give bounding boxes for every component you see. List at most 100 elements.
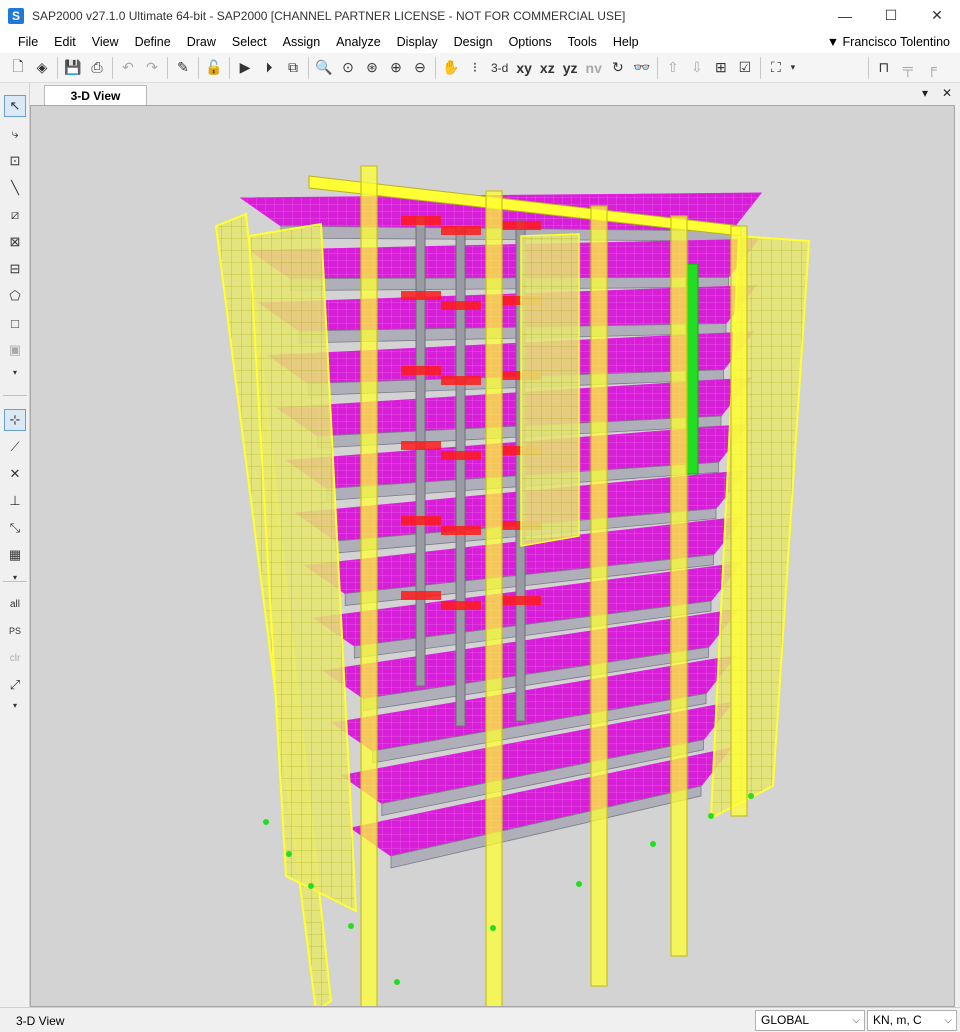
frame-assign-icon[interactable]: ╤ — [896, 56, 920, 80]
toolbar-separator — [3, 581, 27, 582]
units-select[interactable]: KN, m, C ⌵ — [867, 1010, 957, 1031]
snap-grid-icon[interactable]: ▦ — [4, 544, 26, 566]
pen-icon[interactable]: ✎ — [171, 56, 195, 80]
checkbox-icon[interactable]: ☑ — [733, 56, 757, 80]
perimeter-column — [485, 190, 503, 1006]
quick-draw-area-icon[interactable]: ▣ — [4, 339, 26, 361]
menu-view[interactable]: View — [84, 31, 127, 53]
set-display-options-icon[interactable]: ⊞ — [709, 56, 733, 80]
zoom-window-icon[interactable]: 🔍 — [312, 56, 336, 80]
move-up-icon[interactable]: ⇧ — [661, 56, 685, 80]
snap-dropdown-icon[interactable]: ▾ — [4, 566, 26, 588]
zoom-previous-icon[interactable]: ⊛ — [360, 56, 384, 80]
menu-design[interactable]: Design — [446, 31, 501, 53]
coordinate-system-select[interactable]: GLOBAL ⌵ — [755, 1010, 865, 1031]
undo-icon[interactable]: ↶ — [116, 56, 140, 80]
coordinate-system-value: GLOBAL — [761, 1013, 810, 1027]
run-now-icon[interactable]: ⏵ — [257, 56, 281, 80]
view-3d-button[interactable]: 3-d — [487, 56, 512, 80]
support-marker — [308, 883, 314, 889]
draw-rect-area-icon[interactable]: □ — [4, 312, 26, 334]
drop-panel — [401, 516, 441, 525]
drop-panel — [441, 451, 481, 460]
clear-selection-button[interactable]: clr — [4, 647, 26, 669]
draw-section-cut-icon[interactable]: ⊟ — [4, 258, 26, 280]
tab-list-dropdown[interactable]: ▾ — [922, 86, 928, 100]
drop-panel — [401, 441, 441, 450]
pointer-icon[interactable]: ↖ — [4, 95, 26, 117]
select-previous-button[interactable]: PS — [4, 620, 26, 642]
intersecting-line-select-icon[interactable]: ⤢ — [4, 674, 26, 696]
green-column — [685, 263, 699, 475]
draw-poly-area-icon[interactable]: ⬠ — [4, 285, 26, 307]
view-yz-button[interactable]: yz — [559, 56, 582, 80]
open-icon[interactable]: ◈ — [30, 56, 54, 80]
pan-icon[interactable]: ✋ — [439, 56, 463, 80]
footsteps-icon[interactable]: ⁝ — [463, 56, 487, 80]
lock-icon[interactable]: 🔓 — [202, 56, 226, 80]
model-3d-viewport[interactable] — [30, 105, 955, 1007]
menu-select[interactable]: Select — [224, 31, 275, 53]
window-title: SAP2000 v27.1.0 Ultimate 64-bit - SAP200… — [32, 8, 626, 23]
drop-panel — [441, 601, 481, 610]
snap-perpendicular-icon[interactable]: ⊥ — [4, 490, 26, 512]
user-account-menu[interactable]: ▼ Francisco Tolentino — [827, 31, 950, 53]
building-model-drawing — [214, 165, 811, 1006]
tools-dropdown-icon[interactable]: ▾ — [4, 361, 26, 383]
reshape-icon[interactable]: ⤷ — [4, 123, 26, 145]
close-button[interactable]: ✕ — [914, 0, 960, 31]
snap-points-icon[interactable]: ⊹ — [4, 409, 26, 431]
tab-3d-view[interactable]: 3-D View — [44, 85, 147, 105]
draw-frame-icon[interactable]: ╲ — [4, 177, 26, 199]
maximize-button[interactable]: ☐ — [868, 0, 914, 31]
menu-assign[interactable]: Assign — [275, 31, 329, 53]
view-nv-button[interactable]: nv — [582, 56, 606, 80]
menu-display[interactable]: Display — [389, 31, 446, 53]
zoom-restore-icon[interactable]: ⊙ — [336, 56, 360, 80]
toolbar-separator — [867, 56, 869, 79]
zoom-out-icon[interactable]: ⊖ — [408, 56, 432, 80]
perimeter-column — [730, 225, 748, 817]
snap-lines-icon[interactable]: ⤡ — [4, 517, 26, 539]
menu-analyze[interactable]: Analyze — [328, 31, 388, 53]
toolbar-separator — [57, 56, 58, 79]
run-analysis-icon[interactable]: ▶ — [233, 56, 257, 80]
quick-draw-frame-icon[interactable]: ⧄ — [4, 204, 26, 226]
new-model-icon[interactable]: 🗋 — [6, 56, 30, 80]
drop-panel — [441, 301, 481, 310]
main-toolbar: 🗋 ◈ 💾 ⎙ ↶ ↷ ✎ 🔓 ▶ ⏵ ⧉ 🔍 ⊙ ⊛ ⊕ ⊖ ✋ ⁝ 3-d … — [0, 53, 960, 83]
drop-panel — [401, 366, 441, 375]
menu-define[interactable]: Define — [127, 31, 179, 53]
draw-brace-icon[interactable]: ⊠ — [4, 231, 26, 253]
show-deformed-icon[interactable]: ⧉ — [281, 56, 305, 80]
move-down-icon[interactable]: ⇩ — [685, 56, 709, 80]
drop-panel — [401, 291, 441, 300]
bracket-icon[interactable]: ╒ — [920, 56, 944, 80]
assign-icon[interactable]: ⛶ — [764, 56, 788, 80]
menu-draw[interactable]: Draw — [179, 31, 224, 53]
select-all-button[interactable]: all — [4, 593, 26, 615]
dropdown-arrow-icon[interactable]: ▾ — [788, 56, 798, 80]
redo-icon[interactable]: ↷ — [140, 56, 164, 80]
snap-ends-icon[interactable]: ⟋ — [4, 436, 26, 458]
minimize-button[interactable]: — — [822, 0, 868, 31]
print-icon[interactable]: ⎙ — [85, 56, 109, 80]
menu-tools[interactable]: Tools — [560, 31, 605, 53]
menu-edit[interactable]: Edit — [46, 31, 84, 53]
frame-icon[interactable]: ⊓ — [872, 56, 896, 80]
menu-file[interactable]: File — [10, 31, 46, 53]
left-toolbar: ↖ ⤷ ⊡ ╲ ⧄ ⊠ ⊟ ⬠ □ ▣ ▾ ⊹ ⟋ ✕ ⊥ ⤡ ▦ ▾ all … — [0, 83, 30, 1007]
sap2000-app-icon[interactable]: S — [8, 7, 24, 24]
tab-close-button[interactable]: ✕ — [942, 86, 952, 100]
save-icon[interactable]: 💾 — [61, 56, 85, 80]
select-dropdown-icon[interactable]: ▾ — [4, 694, 26, 716]
menu-help[interactable]: Help — [605, 31, 647, 53]
snap-intersections-icon[interactable]: ✕ — [4, 463, 26, 485]
view-xz-button[interactable]: xz — [536, 56, 559, 80]
view-xy-button[interactable]: xy — [512, 56, 536, 80]
menu-options[interactable]: Options — [501, 31, 560, 53]
draw-joint-icon[interactable]: ⊡ — [4, 150, 26, 172]
rotate-icon[interactable]: ↻ — [606, 56, 630, 80]
perspective-icon[interactable]: 👓 — [630, 56, 654, 80]
zoom-in-icon[interactable]: ⊕ — [384, 56, 408, 80]
